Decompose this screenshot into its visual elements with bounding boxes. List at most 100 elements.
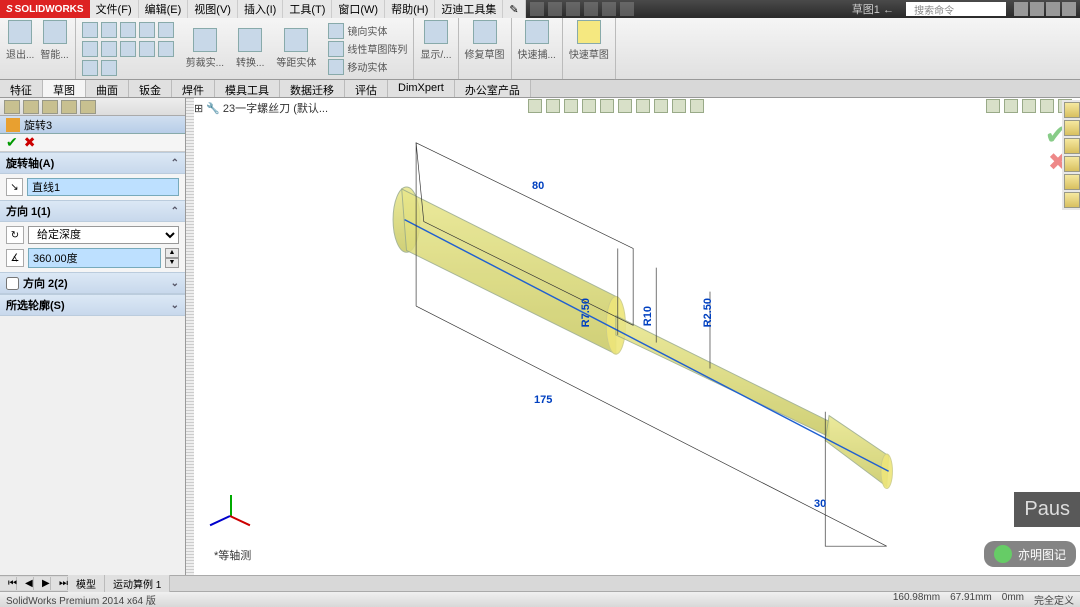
- slot-tool[interactable]: [101, 41, 117, 57]
- custom-props-icon[interactable]: [1064, 192, 1080, 208]
- axis-icon[interactable]: ↘: [6, 178, 23, 196]
- menu-view[interactable]: 视图(V): [188, 0, 238, 18]
- point-tool[interactable]: [82, 60, 98, 76]
- tab-evaluate[interactable]: 评估: [345, 80, 388, 97]
- render-icon[interactable]: [690, 99, 704, 113]
- line-tool[interactable]: [82, 22, 98, 38]
- tab-sketch[interactable]: 草图: [43, 80, 86, 97]
- design-lib-icon[interactable]: [1064, 120, 1080, 136]
- tab-office[interactable]: 办公室产品: [455, 80, 531, 97]
- menu-insert[interactable]: 插入(I): [238, 0, 283, 18]
- display-button[interactable]: 显示/...: [420, 20, 451, 61]
- print-icon[interactable]: [584, 2, 598, 16]
- tab-sheetmetal[interactable]: 钣金: [129, 80, 172, 97]
- dim-r250[interactable]: R2.50: [702, 298, 714, 327]
- view-triad[interactable]: [212, 495, 252, 535]
- file-explorer-icon[interactable]: [1064, 138, 1080, 154]
- display-style-icon[interactable]: [618, 99, 632, 113]
- scene-icon[interactable]: [654, 99, 668, 113]
- menu-help[interactable]: 帮助(H): [385, 0, 435, 18]
- vp-max-icon[interactable]: [1040, 99, 1054, 113]
- prev-view-icon[interactable]: [564, 99, 578, 113]
- dim-80[interactable]: 80: [532, 180, 544, 192]
- trim-button[interactable]: 剪裁实...: [186, 28, 224, 69]
- resources-icon[interactable]: [1064, 102, 1080, 118]
- angle-spinner[interactable]: ▲▼: [165, 248, 179, 268]
- minimize-icon[interactable]: [1030, 2, 1044, 16]
- dir1-section-header[interactable]: 方向 1(1) ⌃: [0, 200, 185, 222]
- tab-nav-prev[interactable]: ◀: [17, 577, 34, 590]
- feature-tree-icon[interactable]: [4, 100, 20, 114]
- vp-icon2[interactable]: [1004, 99, 1018, 113]
- menu-file[interactable]: 文件(F): [90, 0, 139, 18]
- tab-data[interactable]: 数据迁移: [280, 80, 345, 97]
- ok-button[interactable]: ✔: [6, 134, 18, 151]
- mirror-button[interactable]: 镜向实体: [328, 23, 407, 39]
- model-canvas[interactable]: [194, 114, 1080, 575]
- cancel-button[interactable]: ✖: [24, 134, 36, 151]
- dim-30[interactable]: 30: [814, 498, 826, 510]
- tab-nav-last[interactable]: ⏭: [51, 577, 68, 590]
- circle-tool[interactable]: [120, 22, 136, 38]
- tab-surface[interactable]: 曲面: [86, 80, 129, 97]
- display-icon[interactable]: [80, 100, 96, 114]
- close-icon[interactable]: [1062, 2, 1076, 16]
- tab-motion[interactable]: 运动算例 1: [105, 575, 170, 592]
- convert-button[interactable]: 转换...: [236, 28, 264, 69]
- appearance-icon[interactable]: [672, 99, 686, 113]
- hide-show-icon[interactable]: [636, 99, 650, 113]
- search-box[interactable]: ⌕ 搜索命令: [906, 2, 1006, 16]
- dir1-type-select[interactable]: 给定深度: [28, 226, 179, 244]
- menu-pin-icon[interactable]: ✎: [503, 0, 525, 18]
- open-icon[interactable]: [548, 2, 562, 16]
- dim-r10[interactable]: R10: [642, 306, 654, 326]
- move-button[interactable]: 移动实体: [328, 59, 407, 75]
- tab-weldment[interactable]: 焊件: [172, 80, 215, 97]
- config-icon[interactable]: [42, 100, 58, 114]
- plane-tool[interactable]: [101, 60, 117, 76]
- undo-icon[interactable]: [602, 2, 616, 16]
- tab-dimxpert[interactable]: DimXpert: [388, 80, 455, 97]
- view-palette-icon[interactable]: [1064, 156, 1080, 172]
- offset-button[interactable]: 等距实体: [276, 28, 316, 69]
- smart-dim-button[interactable]: 智能...: [40, 20, 68, 61]
- tab-model[interactable]: 模型: [68, 575, 105, 592]
- dimxpert-icon[interactable]: [61, 100, 77, 114]
- rect-tool[interactable]: [101, 22, 117, 38]
- dir2-section-header[interactable]: 方向 2(2) ⌄: [0, 272, 185, 294]
- tab-nav-next[interactable]: ▶: [34, 577, 51, 590]
- dim-175[interactable]: 175: [534, 394, 552, 406]
- dir2-checkbox[interactable]: [6, 277, 19, 290]
- panel-resize-grip[interactable]: [186, 98, 194, 575]
- text-tool[interactable]: [158, 41, 174, 57]
- save-icon[interactable]: [566, 2, 580, 16]
- spline-tool[interactable]: [158, 22, 174, 38]
- fillet-tool[interactable]: [139, 41, 155, 57]
- exit-sketch-button[interactable]: 退出...: [6, 20, 34, 61]
- viewport[interactable]: 🔧 23一字螺丝刀 (默认...: [194, 98, 1080, 575]
- menu-edit[interactable]: 编辑(E): [139, 0, 189, 18]
- appearances-icon[interactable]: [1064, 174, 1080, 190]
- tab-nav-first[interactable]: ⏮: [0, 577, 17, 590]
- zoom-fit-icon[interactable]: [528, 99, 542, 113]
- contour-section-header[interactable]: 所选轮廓(S) ⌄: [0, 294, 185, 316]
- zoom-area-icon[interactable]: [546, 99, 560, 113]
- opts-icon[interactable]: [620, 2, 634, 16]
- view-orient-icon[interactable]: [600, 99, 614, 113]
- arc-tool[interactable]: [139, 22, 155, 38]
- menu-window[interactable]: 窗口(W): [332, 0, 385, 18]
- property-icon[interactable]: [23, 100, 39, 114]
- menu-tools[interactable]: 工具(T): [283, 0, 332, 18]
- vp-min-icon[interactable]: [1022, 99, 1036, 113]
- vp-icon1[interactable]: [986, 99, 1000, 113]
- tab-features[interactable]: 特征: [0, 80, 43, 97]
- tab-mold[interactable]: 模具工具: [215, 80, 280, 97]
- snap-button[interactable]: 快速捕...: [518, 20, 556, 61]
- repair-button[interactable]: 修复草图: [465, 20, 505, 61]
- maximize-icon[interactable]: [1046, 2, 1060, 16]
- menu-maidi[interactable]: 迈迪工具集: [435, 0, 503, 18]
- help-icon[interactable]: [1014, 2, 1028, 16]
- reverse-icon[interactable]: ↻: [6, 226, 24, 244]
- section-icon[interactable]: [582, 99, 596, 113]
- polygon-tool[interactable]: [82, 41, 98, 57]
